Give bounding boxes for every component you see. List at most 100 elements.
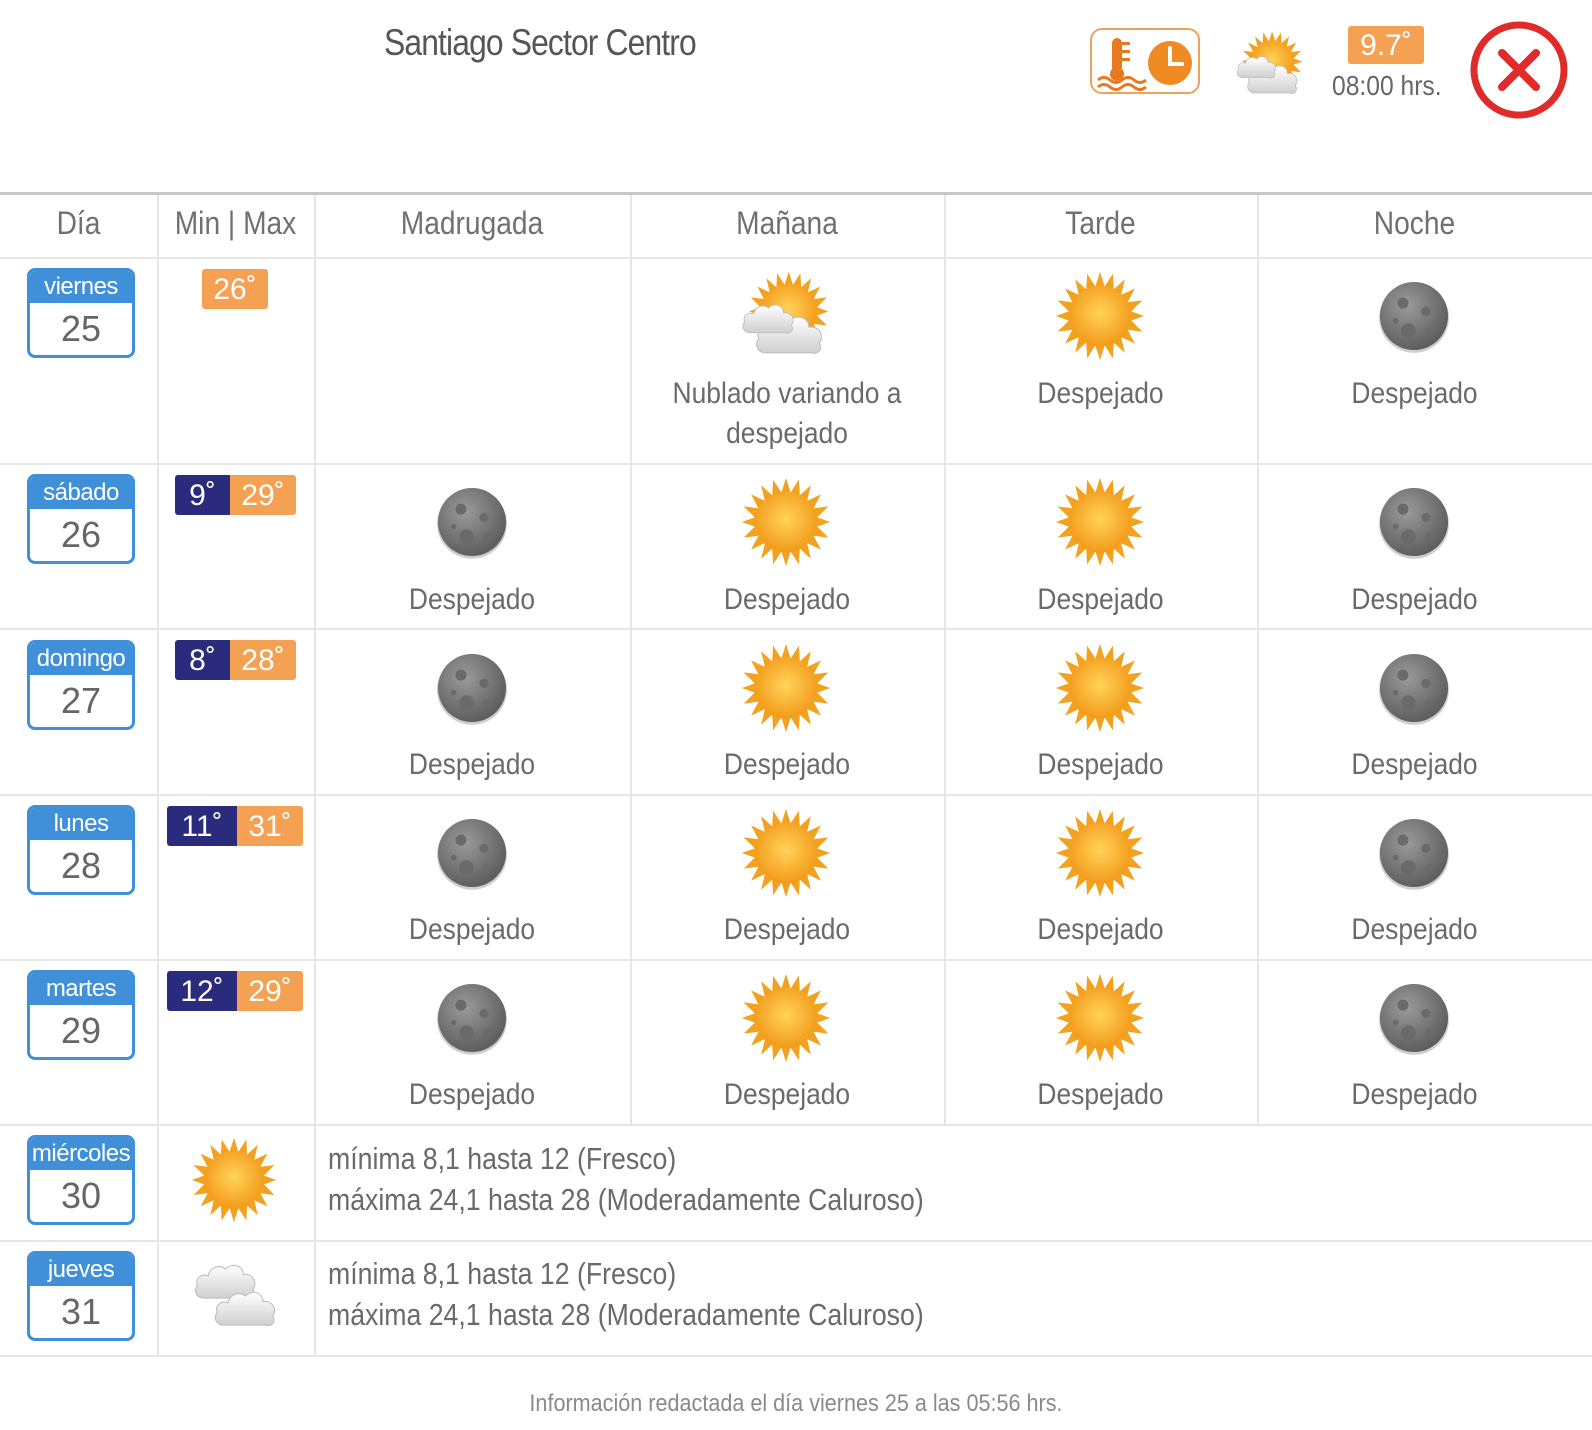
condition-text: Despejado [723, 913, 851, 946]
row-divider [0, 257, 1592, 259]
column-header-noche: Noche [1373, 205, 1456, 241]
column-header-dia: Día [56, 205, 101, 241]
max-temp-badge: 28˚ [230, 640, 296, 680]
moon-icon [426, 807, 518, 899]
condition-text: Despejado [1037, 913, 1164, 946]
day-number: 28 [60, 845, 102, 886]
condition-text: Despejado [408, 1078, 536, 1111]
condition-text: Despejado [723, 748, 851, 781]
partly-cloudy-icon [740, 270, 832, 362]
forecast-min-text: mínima 8,1 hasta 12 (Fresco) [328, 1256, 677, 1291]
header: Santiago Sector Centro 9.7˚ 08:00 hrs. [0, 0, 1592, 195]
row-divider [0, 1240, 1592, 1242]
max-temp-badge: 26˚ [202, 269, 268, 309]
max-temp-badge: 29˚ [230, 475, 296, 515]
condition-text: Despejado [1351, 1078, 1478, 1111]
row-divider [0, 628, 1592, 630]
condition-text: Despejado [1351, 748, 1478, 781]
current-temperature: 9.7˚ [1348, 26, 1424, 64]
page-title: Santiago Sector Centro [384, 22, 697, 63]
day-card: martes 29 [27, 970, 135, 1060]
forecast-min-text: mínima 8,1 hasta 12 (Fresco) [328, 1141, 677, 1176]
min-temp-badge: 12˚ [167, 971, 237, 1011]
condition-text: Despejado [723, 1078, 851, 1111]
condition-text: Nublado variando a despejado [672, 377, 902, 450]
condition-text: Despejado [408, 748, 536, 781]
day-card: domingo 27 [27, 640, 135, 730]
condition-text: Despejado [1351, 913, 1478, 946]
condition-text: Despejado [1037, 1078, 1164, 1111]
cloudy-icon [192, 1252, 282, 1342]
day-number: 25 [60, 308, 102, 349]
day-name: viernes [30, 271, 132, 303]
day-number: 27 [60, 680, 102, 721]
column-header-tarde: Tarde [1065, 205, 1136, 241]
condition-text: Despejado [408, 583, 536, 616]
moon-icon [426, 642, 518, 734]
sun-icon [740, 972, 832, 1064]
day-card: viernes 25 [27, 268, 135, 358]
moon-icon [426, 972, 518, 1064]
condition-text: Despejado [1037, 377, 1164, 410]
day-number: 26 [60, 514, 102, 555]
sun-icon [1054, 642, 1146, 734]
condition-text: Despejado [723, 583, 851, 616]
row-divider [0, 959, 1592, 961]
sun-icon [1054, 476, 1146, 568]
column-divider [630, 195, 632, 1126]
day-name: martes [30, 973, 132, 1005]
condition-text: Despejado [1037, 583, 1164, 616]
forecast-max-text: máxima 24,1 hasta 28 (Moderadamente Calu… [328, 1297, 924, 1332]
day-number: 29 [60, 1010, 102, 1051]
day-name: miércoles [30, 1138, 132, 1170]
day-name: lunes [30, 808, 132, 840]
sun-icon [1054, 972, 1146, 1064]
row-divider [0, 463, 1592, 465]
sun-icon [740, 807, 832, 899]
column-divider [944, 195, 946, 1126]
day-number: 31 [60, 1291, 102, 1332]
partly-cloudy-icon [1233, 30, 1307, 100]
sun-icon [740, 476, 832, 568]
moon-icon [1368, 476, 1460, 568]
max-temp-badge: 31˚ [237, 806, 303, 846]
forecast-max-text: máxima 24,1 hasta 28 (Moderadamente Calu… [328, 1182, 924, 1217]
column-header-manana: Mañana [736, 205, 838, 241]
header-divider [0, 192, 1592, 195]
day-card: lunes 28 [27, 805, 135, 895]
min-temp-badge: 8˚ [175, 640, 230, 680]
condition-text: Despejado [1037, 748, 1164, 781]
condition-text: Despejado [1351, 377, 1478, 410]
sun-icon [190, 1136, 278, 1224]
close-icon [1470, 21, 1568, 119]
thermometer-clock-button[interactable] [1090, 28, 1200, 94]
day-card: sábado 26 [27, 474, 135, 564]
moon-icon [1368, 807, 1460, 899]
moon-icon [1368, 270, 1460, 362]
min-temp-badge: 11˚ [167, 806, 237, 846]
column-divider [157, 195, 159, 1357]
moon-icon [1368, 642, 1460, 734]
condition-text: Despejado [408, 913, 536, 946]
column-divider [314, 195, 316, 1357]
close-button[interactable] [1469, 20, 1569, 120]
sun-icon [740, 642, 832, 734]
row-divider [0, 1124, 1592, 1126]
day-name: sábado [30, 477, 132, 509]
moon-icon [426, 476, 518, 568]
day-name: jueves [30, 1254, 132, 1286]
day-card: jueves 31 [27, 1251, 135, 1341]
column-header-minmax: Min | Max [174, 205, 297, 241]
column-header-madrugada: Madrugada [400, 205, 544, 241]
min-temp-badge: 9˚ [175, 475, 230, 515]
max-temp-badge: 29˚ [237, 971, 303, 1011]
footer-note: Información redactada el día viernes 25 … [529, 1390, 1063, 1417]
current-time: 08:00 hrs. [1332, 70, 1442, 101]
condition-text: Despejado [1351, 583, 1478, 616]
day-name: domingo [30, 643, 132, 675]
sun-icon [1054, 807, 1146, 899]
sun-icon [1054, 270, 1146, 362]
moon-icon [1368, 972, 1460, 1064]
column-divider [1257, 195, 1259, 1126]
thermometer-clock-icon [1097, 38, 1192, 91]
